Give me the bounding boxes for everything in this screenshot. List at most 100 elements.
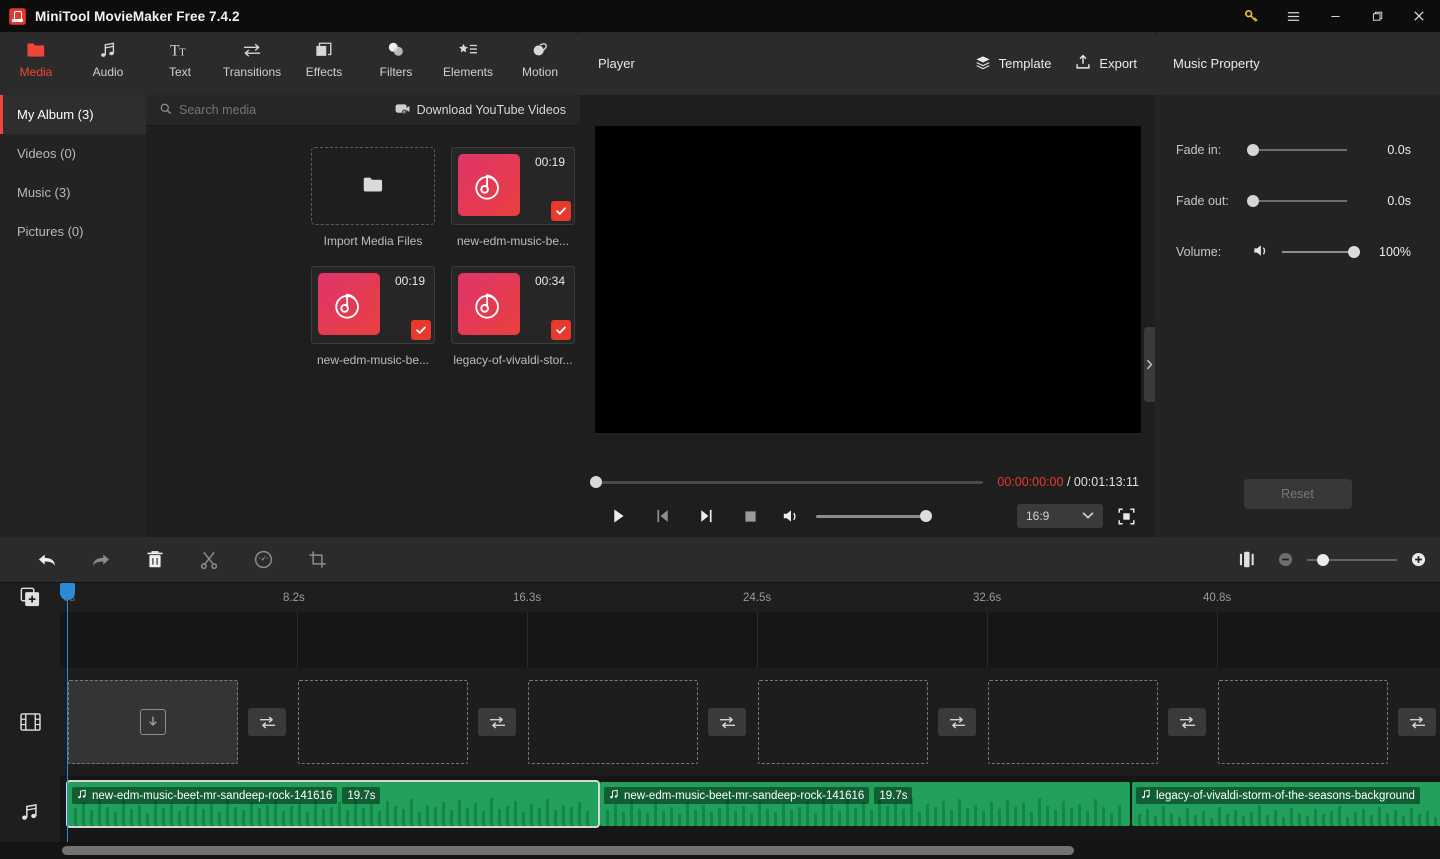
media-grid: Import Media Files 00:19 new-edm-music-b…	[146, 126, 580, 537]
stop-button[interactable]	[728, 501, 772, 531]
effect-track-body[interactable]	[60, 612, 1440, 668]
media-selected-checkbox[interactable]	[551, 320, 571, 340]
fit-timeline-button[interactable]	[1230, 543, 1264, 577]
transition-slot[interactable]	[708, 708, 746, 736]
zoom-out-button[interactable]	[1278, 552, 1293, 567]
tab-elements[interactable]: Elements	[432, 40, 504, 79]
maximize-icon[interactable]	[1356, 0, 1398, 32]
audio-track-body[interactable]: new-edm-music-beet-mr-sandeep-rock-14161…	[60, 776, 1440, 848]
fade-out-knob[interactable]	[1247, 194, 1259, 207]
timeline-zoom-knob[interactable]	[1317, 553, 1329, 566]
key-icon[interactable]	[1230, 0, 1272, 32]
audio-clip[interactable]: new-edm-music-beet-mr-sandeep-rock-14161…	[68, 782, 598, 826]
video-clip-placeholder[interactable]	[528, 680, 698, 764]
volume-knob[interactable]	[1348, 245, 1360, 258]
seek-knob[interactable]	[590, 476, 602, 488]
fade-in-slider[interactable]	[1247, 143, 1347, 156]
import-media-cell[interactable]: Import Media Files	[311, 147, 435, 248]
transition-slot[interactable]	[1168, 708, 1206, 736]
transition-slot[interactable]	[938, 708, 976, 736]
tab-transitions[interactable]: Transitions	[216, 40, 288, 79]
tab-media[interactable]: Media	[0, 40, 72, 79]
music-note-icon	[609, 789, 619, 802]
collapse-panel-button[interactable]	[1144, 327, 1155, 402]
close-icon[interactable]	[1398, 0, 1440, 32]
delete-button[interactable]	[128, 543, 182, 577]
media-item[interactable]: 00:19 new-edm-music-be...	[311, 266, 435, 367]
transport-controls: 16:9	[596, 500, 1139, 532]
timeline-hscrollbar-area	[0, 842, 1440, 859]
playhead-handle[interactable]	[60, 583, 75, 600]
menu-icon[interactable]	[1272, 0, 1314, 32]
zoom-in-button[interactable]	[1411, 552, 1426, 567]
fade-out-slider[interactable]	[1247, 194, 1347, 207]
media-selected-checkbox[interactable]	[411, 320, 431, 340]
play-button[interactable]	[596, 501, 640, 531]
media-thumbnail[interactable]: 00:19	[311, 266, 435, 344]
transition-slot[interactable]	[1398, 708, 1436, 736]
export-button[interactable]: Export	[1075, 54, 1137, 73]
category-pictures[interactable]: Pictures (0)	[0, 212, 146, 251]
audio-art-icon	[458, 273, 520, 335]
undo-button[interactable]	[20, 543, 74, 577]
chevron-down-icon	[1082, 509, 1094, 523]
download-youtube-videos-button[interactable]: Download YouTube Videos	[395, 103, 566, 118]
timeline-playhead[interactable]	[60, 583, 75, 842]
audio-clip[interactable]: legacy-of-vivaldi-storm-of-the-seasons-b…	[1132, 782, 1440, 826]
app-logo-icon	[9, 7, 26, 25]
transition-slot[interactable]	[478, 708, 516, 736]
media-thumbnail[interactable]: 00:19	[451, 147, 575, 225]
media-selected-checkbox[interactable]	[551, 201, 571, 221]
tab-text[interactable]: TT Text	[144, 40, 216, 79]
ruler-tick: 32.6s	[973, 592, 1002, 604]
category-my-album[interactable]: My Album (3)	[0, 95, 146, 134]
volume-button[interactable]	[778, 501, 804, 531]
volume-slider[interactable]	[1282, 245, 1360, 258]
aspect-ratio-select[interactable]: 16:9	[1017, 504, 1103, 528]
fullscreen-button[interactable]	[1113, 501, 1139, 531]
redo-button[interactable]	[74, 543, 128, 577]
volume-value: 100%	[1379, 244, 1411, 259]
tab-motion[interactable]: Motion	[504, 40, 576, 79]
import-media-dropzone[interactable]	[311, 147, 435, 225]
previous-frame-button[interactable]	[640, 501, 684, 531]
timeline-hscrollbar[interactable]	[62, 846, 1074, 855]
reset-button[interactable]: Reset	[1243, 479, 1352, 509]
crop-button[interactable]	[290, 543, 344, 577]
video-clip-placeholder[interactable]	[1218, 680, 1388, 764]
audio-clip[interactable]: new-edm-music-beet-mr-sandeep-rock-14161…	[600, 782, 1130, 826]
category-music[interactable]: Music (3)	[0, 173, 146, 212]
audio-clip-duration: 19.7s	[342, 787, 381, 804]
video-track-body[interactable]	[60, 668, 1440, 776]
aspect-ratio-value: 16:9	[1026, 509, 1050, 523]
player-volume-slider[interactable]	[816, 510, 932, 522]
add-track-button[interactable]	[0, 583, 60, 612]
search-input[interactable]	[179, 103, 379, 117]
video-clip-placeholder[interactable]	[68, 680, 238, 764]
template-button[interactable]: Template	[975, 55, 1051, 73]
minimize-icon[interactable]	[1314, 0, 1356, 32]
player-volume-knob[interactable]	[920, 510, 932, 522]
tab-effects[interactable]: Effects	[288, 40, 360, 79]
timeline-zoom-slider[interactable]	[1307, 553, 1397, 566]
fade-in-knob[interactable]	[1247, 143, 1259, 156]
search-group[interactable]	[160, 103, 395, 118]
video-clip-placeholder[interactable]	[758, 680, 928, 764]
ruler-ticks[interactable]: 0s 8.2s 16.3s 24.5s 32.6s 40.8s	[60, 583, 1440, 612]
media-item[interactable]: 00:19 new-edm-music-be...	[451, 147, 575, 248]
media-item[interactable]: 00:34 legacy-of-vivaldi-stor...	[451, 266, 575, 367]
next-frame-button[interactable]	[684, 501, 728, 531]
speed-button[interactable]	[236, 543, 290, 577]
video-clip-placeholder[interactable]	[988, 680, 1158, 764]
category-videos[interactable]: Videos (0)	[0, 134, 146, 173]
tab-audio[interactable]: Audio	[72, 40, 144, 79]
split-button[interactable]	[182, 543, 236, 577]
transition-slot[interactable]	[248, 708, 286, 736]
volume-icon[interactable]	[1253, 243, 1270, 261]
timeline-video-track	[0, 668, 1440, 776]
tab-filters[interactable]: Filters	[360, 40, 432, 79]
preview-canvas[interactable]	[594, 126, 1141, 433]
seek-slider[interactable]	[590, 476, 984, 488]
media-thumbnail[interactable]: 00:34	[451, 266, 575, 344]
video-clip-placeholder[interactable]	[298, 680, 468, 764]
